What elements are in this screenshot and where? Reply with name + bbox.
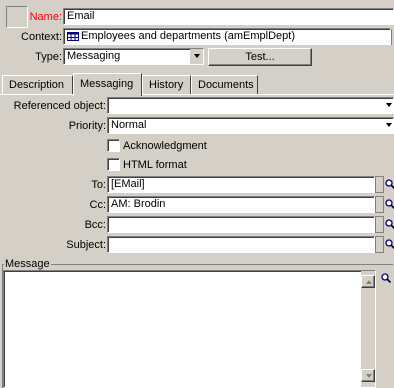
scroll-up-button[interactable] [361, 275, 375, 288]
acknowledgment-checkbox[interactable] [107, 139, 120, 152]
chevron-down-icon [366, 374, 372, 378]
context-value: Employees and departments (amEmplDept) [81, 30, 295, 42]
html-format-label: HTML format [123, 159, 187, 171]
tab-messaging[interactable]: Messaging [73, 73, 142, 96]
bcc-scroll-buttons[interactable] [375, 216, 384, 233]
name-field[interactable]: Email [63, 8, 394, 25]
cc-search-icon[interactable] [385, 199, 394, 210]
test-button-label: Test... [245, 51, 275, 63]
priority-dropdown[interactable]: Normal [107, 117, 394, 134]
type-value: Messaging [67, 50, 121, 62]
to-label: To: [91, 179, 106, 191]
cc-field[interactable]: AM: Brodin [107, 196, 375, 213]
priority-value: Normal [111, 119, 147, 131]
html-format-checkbox[interactable] [107, 158, 120, 171]
bcc-field[interactable] [107, 216, 375, 233]
referenced-object-label: Referenced object: [13, 100, 106, 112]
subject-scroll-buttons[interactable] [375, 236, 384, 253]
bcc-label: Bcc: [84, 219, 106, 231]
chevron-down-icon [194, 54, 200, 58]
cc-scroll-buttons[interactable] [375, 196, 384, 213]
chevron-up-icon [366, 280, 372, 284]
chevron-down-icon[interactable] [386, 103, 392, 107]
table-icon [67, 32, 79, 41]
cc-value: AM: Brodin [111, 198, 166, 210]
context-label: Context: [21, 31, 62, 43]
message-textarea[interactable] [3, 270, 376, 388]
message-search-icon[interactable] [381, 273, 392, 284]
to-scroll-buttons[interactable] [375, 176, 384, 193]
subject-label: Subject: [66, 239, 106, 251]
cc-label: Cc: [89, 199, 107, 211]
tab-documents[interactable]: Documents [191, 75, 258, 94]
referenced-object-dropdown[interactable] [107, 97, 394, 114]
acknowledgment-label: Acknowledgment [123, 140, 207, 152]
tab-history[interactable]: History [142, 75, 191, 94]
tab-strip-baseline [0, 94, 394, 95]
type-dropdown[interactable]: Messaging [63, 48, 204, 65]
type-label: Type: [35, 51, 62, 63]
to-field[interactable]: [EMail] [107, 176, 375, 193]
context-field[interactable]: Employees and departments (amEmplDept) [63, 28, 391, 45]
bcc-search-icon[interactable] [385, 219, 394, 230]
to-search-icon[interactable] [385, 179, 394, 190]
scroll-down-button[interactable] [361, 369, 375, 382]
message-group-label: Message [4, 258, 51, 270]
tab-description[interactable]: Description [2, 75, 73, 94]
name-value: Email [67, 10, 95, 22]
subject-search-icon[interactable] [385, 239, 394, 250]
name-label: Name: [29, 11, 62, 23]
priority-label: Priority: [68, 120, 106, 132]
tab-documents-label: Documents [198, 79, 254, 91]
subject-field[interactable] [107, 236, 375, 253]
tab-description-label: Description [9, 79, 65, 91]
type-dropdown-button[interactable] [190, 49, 203, 64]
tab-messaging-label: Messaging [80, 78, 134, 90]
tab-history-label: History [149, 79, 184, 91]
message-scrollbar[interactable] [361, 271, 375, 387]
to-value: [EMail] [111, 178, 145, 190]
test-button[interactable]: Test... [208, 48, 312, 66]
chevron-down-icon[interactable] [386, 123, 392, 127]
